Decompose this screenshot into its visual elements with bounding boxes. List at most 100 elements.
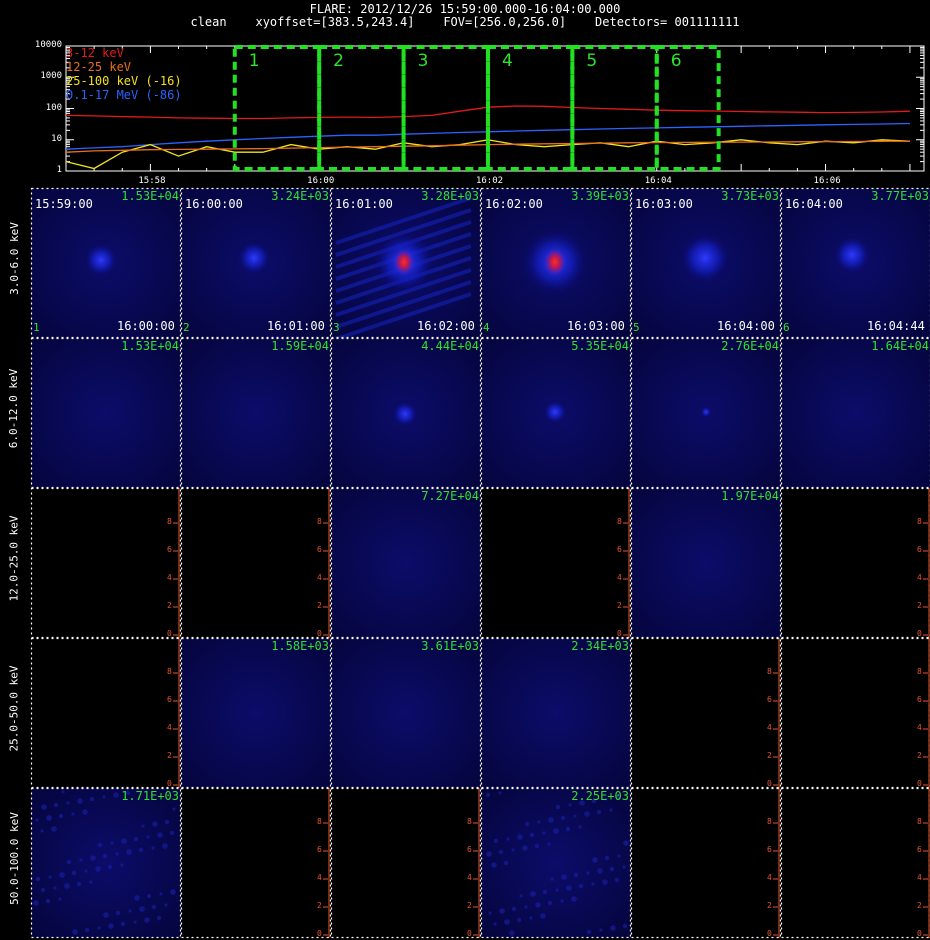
noise-speck: [45, 898, 51, 904]
axis-tick-label: 8: [767, 667, 772, 676]
image-cell-r2-c3: [481, 488, 631, 638]
max-label: 3.24E+03: [271, 189, 329, 203]
noise-speck: [535, 902, 541, 908]
noise-speck: [486, 851, 492, 857]
energy-band-label-row-2: 12.0-25.0 keV: [2, 488, 26, 628]
axis-tick-label: 4: [917, 573, 922, 582]
noise-speck: [84, 869, 88, 873]
energy-band-text: 50.0-100.0 keV: [7, 811, 21, 905]
axis-tick-label: 0: [317, 929, 322, 938]
noise-speck: [599, 928, 603, 932]
max-label: 3.61E+03: [421, 639, 479, 653]
max-label: 3.28E+03: [421, 189, 479, 203]
noise-speck: [48, 875, 52, 879]
max-label: 1.59E+04: [271, 339, 329, 353]
noise-speck: [517, 834, 523, 840]
noise-speck: [584, 811, 590, 817]
noise-speck: [596, 809, 602, 815]
noise-speck: [522, 845, 528, 851]
max-label: 3.77E+03: [871, 189, 929, 203]
noise-speck: [58, 813, 64, 819]
image-cell-r2-c0: [31, 488, 181, 638]
axis-tick-label: 6: [617, 545, 622, 554]
axis-tick-label: 6: [917, 545, 922, 554]
noise-speck: [534, 843, 540, 849]
noise-speck: [555, 804, 561, 810]
image-cell-r4-c5: [781, 788, 930, 938]
noise-speck: [529, 832, 535, 838]
noise-speck: [609, 808, 613, 812]
image-cell-r2-c5: [781, 488, 930, 638]
noise-speck: [58, 897, 62, 901]
image-cell-r3-c4: [631, 638, 781, 788]
axis-tick-label: 4: [167, 573, 172, 582]
noise-speck: [516, 917, 522, 923]
noise-speck: [573, 814, 577, 818]
noise-speck: [146, 893, 152, 899]
noise-speck: [519, 894, 523, 898]
noise-speck: [33, 900, 39, 906]
axis-tick-label: 0: [467, 929, 472, 938]
noise-speck: [35, 818, 39, 822]
start-time-label: 15:59:00: [35, 197, 93, 211]
noise-speck: [120, 921, 126, 927]
axis-tick-label: 4: [317, 573, 322, 582]
noise-speck: [120, 863, 124, 867]
source-glow: [85, 244, 117, 276]
noise-speck: [156, 915, 162, 921]
axis-tick-label: 2: [617, 601, 622, 610]
end-time-label: 16:02:00: [417, 319, 475, 333]
source-glow: [834, 237, 870, 273]
axis-tick-label: 6: [917, 845, 922, 854]
noise-speck: [66, 859, 72, 865]
noise-speck: [128, 909, 132, 913]
max-label: 4.44E+04: [421, 339, 479, 353]
noise-speck: [609, 866, 615, 872]
noise-speck: [103, 912, 109, 918]
image-cell-r2-c1: [181, 488, 331, 638]
axis-tick-label: 2: [767, 751, 772, 760]
axis-tick-label: 0: [767, 779, 772, 788]
axis-tick-label: 8: [167, 667, 172, 676]
noise-speck: [40, 829, 44, 833]
noise-speck: [152, 821, 158, 827]
noise-speck: [41, 804, 47, 810]
axis-tick-label: 0: [767, 929, 772, 938]
image-cell-r3-c0: [31, 638, 181, 788]
max-label: 1.58E+03: [271, 639, 329, 653]
noise-speck: [542, 831, 546, 835]
noise-speck: [511, 906, 517, 912]
noise-speck: [146, 835, 150, 839]
axis-tick-label: 6: [767, 695, 772, 704]
end-time-label: 16:00:00: [117, 319, 175, 333]
image-cell-r1-c0: [31, 338, 181, 488]
noise-speck: [592, 857, 598, 863]
noise-speck: [144, 917, 150, 923]
axis-tick-label: 2: [767, 901, 772, 910]
image-cell-r3-c5: [781, 638, 930, 788]
noise-speck: [40, 887, 46, 893]
interval-index: 6: [783, 321, 790, 334]
noise-speck: [121, 838, 127, 844]
noise-speck: [141, 824, 145, 828]
noise-speck: [164, 903, 168, 907]
noise-speck: [71, 812, 75, 816]
energy-band-text: 25.0-50.0 keV: [7, 664, 21, 752]
source-glow: [544, 401, 566, 423]
start-time-label: 16:02:00: [485, 197, 543, 211]
image-cell-r4-c3: [481, 788, 631, 938]
noise-speck: [159, 892, 163, 896]
max-label: 3.73E+03: [721, 189, 779, 203]
start-time-label: 16:01:00: [335, 197, 393, 211]
noise-speck: [133, 836, 139, 842]
noise-speck: [553, 828, 559, 834]
noise-speck: [537, 820, 541, 824]
noise-speck: [561, 874, 567, 880]
noise-speck: [565, 826, 571, 832]
end-time-label: 16:04:00: [717, 319, 775, 333]
source-glow: [238, 242, 270, 274]
noise-speck: [573, 872, 579, 878]
energy-band-label-row-3: 25.0-50.0 keV: [2, 638, 26, 778]
axis-tick-label: 0: [917, 629, 922, 638]
axis-tick-label: 0: [917, 779, 922, 788]
